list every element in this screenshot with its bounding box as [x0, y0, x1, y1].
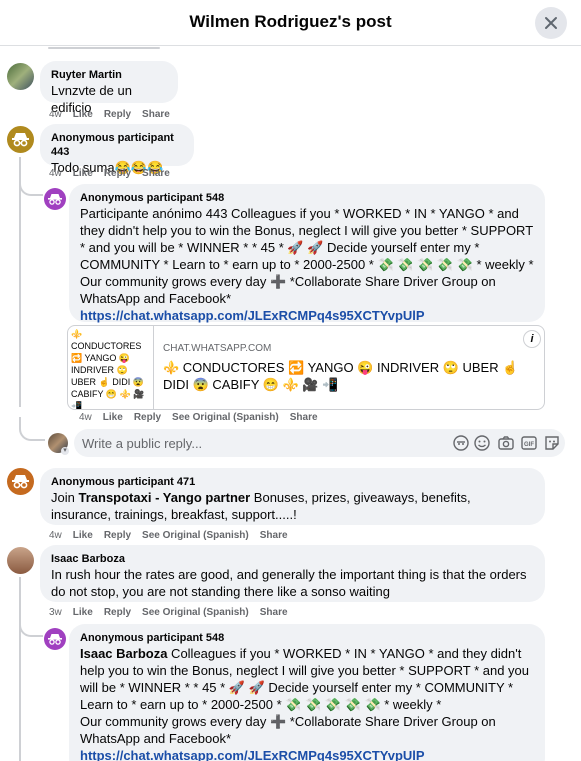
- comment-author[interactable]: Anonymous participant 471: [51, 475, 534, 489]
- anonymous-icon: [12, 133, 29, 147]
- comment-bubble: Anonymous participant 443 Todo suma😂😂😂: [40, 124, 194, 175]
- like-button[interactable]: Like: [103, 412, 123, 423]
- divider: [48, 47, 160, 49]
- see-original-button[interactable]: See Original (Spanish): [172, 412, 279, 423]
- close-icon: [545, 17, 557, 29]
- info-icon[interactable]: i: [523, 330, 541, 348]
- like-button[interactable]: Like: [73, 168, 93, 179]
- share-button[interactable]: Share: [290, 412, 318, 423]
- comment-author[interactable]: Anonymous participant 548: [80, 191, 534, 205]
- anonymous-icon: [48, 634, 62, 645]
- sticker-icon[interactable]: [543, 434, 561, 452]
- camera-icon[interactable]: [497, 434, 515, 452]
- comment-actions: 4w Like Reply Share: [49, 109, 170, 120]
- comment-time[interactable]: 4w: [79, 412, 92, 423]
- comment-bubble: Ruyter Martin Lvnzvte de un edificio: [40, 61, 178, 115]
- comment-text: In rush hour the rates are good, and gen…: [51, 567, 527, 599]
- preview-domain: CHAT.WHATSAPP.COM: [163, 343, 272, 354]
- comment-time[interactable]: 3w: [49, 607, 62, 618]
- comment-actions: 4w Like Reply See Original (Spanish) Sha…: [79, 412, 318, 423]
- anonymous-icon: [12, 475, 29, 489]
- reply-input[interactable]: Write a public reply...: [82, 436, 202, 451]
- comment-text: Participante anónimo 443 Colleagues if y…: [80, 206, 534, 306]
- gif-icon[interactable]: GIF: [520, 434, 538, 452]
- page-title: Wilmen Rodriguez's post: [189, 12, 392, 31]
- anonymous-icon: [48, 194, 62, 205]
- comment-body: Colleagues if you * WORKED * IN * YANGO …: [80, 646, 529, 746]
- comment-link[interactable]: https://chat.whatsapp.com/JLExRCMPq4s95X…: [80, 307, 534, 324]
- avatar-sticker-icon[interactable]: [452, 434, 470, 452]
- like-button[interactable]: Like: [73, 530, 93, 541]
- share-button[interactable]: Share: [260, 530, 288, 541]
- thread-connector: [19, 617, 43, 637]
- comment-author[interactable]: Anonymous participant 443: [51, 131, 183, 159]
- comment-bubble: Anonymous participant 548 Participante a…: [69, 184, 545, 324]
- share-button[interactable]: Share: [260, 607, 288, 618]
- share-button[interactable]: Share: [142, 168, 170, 179]
- see-original-button[interactable]: See Original (Spanish): [142, 530, 249, 541]
- mention-link[interactable]: Transpotaxi - Yango partner: [78, 490, 250, 505]
- comment-author[interactable]: Ruyter Martin: [51, 68, 167, 82]
- reply-button[interactable]: Reply: [104, 109, 131, 120]
- comment-text: Join Transpotaxi - Yango partner Bonuses…: [51, 489, 534, 523]
- comment-actions: 4w Like Reply Share: [49, 168, 170, 179]
- comment-actions: 4w Like Reply See Original (Spanish) Sha…: [49, 530, 288, 541]
- comment-author[interactable]: Isaac Barboza: [51, 552, 534, 566]
- preview-title: ⚜️ CONDUCTORES 🔁 YANGO 😜 INDRIVER 🙄 UBER…: [163, 360, 519, 392]
- share-button[interactable]: Share: [142, 109, 170, 120]
- reply-button[interactable]: Reply: [134, 412, 161, 423]
- svg-text:GIF: GIF: [524, 442, 534, 448]
- comment-bubble: Anonymous participant 548 Isaac Barboza …: [69, 624, 545, 761]
- avatar[interactable]: [7, 468, 34, 495]
- reply-button[interactable]: Reply: [104, 607, 131, 618]
- comment-text: Isaac Barboza Colleagues if you * WORKED…: [80, 645, 534, 747]
- avatar[interactable]: [7, 126, 34, 153]
- comment-bubble: Isaac Barboza In rush hour the rates are…: [40, 545, 545, 602]
- reply-input-box[interactable]: Write a public reply... GIF: [74, 429, 565, 457]
- comment-time[interactable]: 4w: [49, 530, 62, 541]
- link-preview[interactable]: ⚜️ CONDUCTORES 🔁 YANGO 😜 INDRIVER 🙄 UBER…: [67, 325, 545, 410]
- like-button[interactable]: Like: [73, 607, 93, 618]
- comment-prefix: Join: [51, 490, 75, 505]
- preview-thumbnail: ⚜️ CONDUCTORES 🔁 YANGO 😜 INDRIVER 🙄 UBER…: [68, 326, 154, 409]
- thread-connector: [19, 182, 43, 196]
- comment-time[interactable]: 4w: [49, 168, 62, 179]
- like-button[interactable]: Like: [73, 109, 93, 120]
- comment-link[interactable]: https://chat.whatsapp.com/JLExRCMPq4s95X…: [80, 747, 534, 761]
- avatar[interactable]: [44, 188, 66, 210]
- comments-list: Ruyter Martin Lvnzvte de un edificio 4w …: [0, 47, 581, 761]
- close-button[interactable]: [535, 7, 567, 39]
- avatar[interactable]: [44, 628, 66, 650]
- comment-time[interactable]: 4w: [49, 109, 62, 120]
- comment-bubble: Anonymous participant 471 Join Transpota…: [40, 468, 545, 525]
- thread-line: [19, 577, 21, 761]
- reply-button[interactable]: Reply: [104, 168, 131, 179]
- avatar[interactable]: [7, 63, 34, 90]
- avatar[interactable]: [7, 547, 34, 574]
- reply-button[interactable]: Reply: [104, 530, 131, 541]
- comment-author[interactable]: Anonymous participant 548: [80, 631, 534, 645]
- thread-connector: [19, 417, 45, 441]
- see-original-button[interactable]: See Original (Spanish): [142, 607, 249, 618]
- comment-actions: 3w Like Reply See Original (Spanish) Sha…: [49, 607, 288, 618]
- emoji-icon[interactable]: [473, 434, 491, 452]
- dialog-header: Wilmen Rodriguez's post: [0, 0, 581, 46]
- mention-link[interactable]: Isaac Barboza: [80, 646, 167, 661]
- thread-line: [19, 157, 21, 407]
- chevron-down-icon[interactable]: ▾: [61, 447, 69, 455]
